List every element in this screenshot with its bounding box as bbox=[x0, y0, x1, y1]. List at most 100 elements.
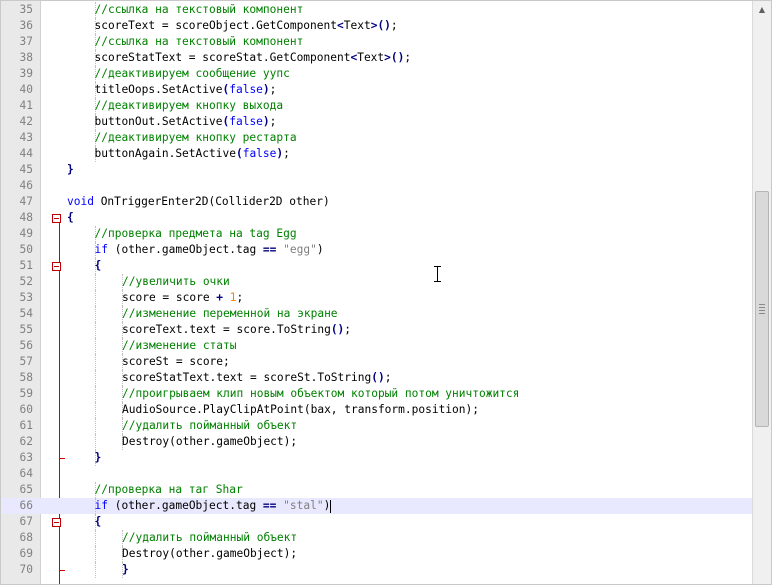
code-token: ; bbox=[236, 291, 244, 304]
code-line[interactable]: 45} bbox=[1, 162, 754, 178]
code-text[interactable]: //ссылка на текстовый компонент bbox=[95, 34, 304, 50]
code-token: //удалить пойманный объект bbox=[122, 531, 298, 544]
code-line[interactable]: 35 //ссылка на текстовый компонент bbox=[1, 2, 754, 18]
code-text[interactable]: scoreStatText.text = scoreSt.ToString(); bbox=[122, 370, 391, 386]
indent-guide bbox=[94, 434, 97, 450]
code-token: AudioSource.PlayClipAtPoint(bax, transfo… bbox=[122, 403, 479, 416]
code-line[interactable]: 52 //увеличить очки bbox=[1, 274, 754, 290]
code-text[interactable]: scoreText.text = score.ToString(); bbox=[122, 322, 351, 338]
code-text[interactable]: //изменение статы bbox=[122, 338, 237, 354]
code-token: //деактивируем кнопку рестарта bbox=[94, 131, 297, 144]
code-text[interactable]: scoreText = scoreObject.GetComponent<Tex… bbox=[95, 18, 398, 34]
code-text[interactable]: { bbox=[95, 514, 102, 530]
code-line[interactable]: 53 score = score + 1; bbox=[1, 290, 754, 306]
indent-guide bbox=[94, 370, 97, 386]
code-text[interactable]: { bbox=[67, 210, 74, 226]
code-text[interactable]: //деактивируем кнопку рестарта bbox=[95, 130, 297, 146]
code-text[interactable]: } bbox=[95, 450, 102, 466]
code-text[interactable]: { bbox=[95, 258, 102, 274]
code-line[interactable]: 68 //удалить пойманный объект bbox=[1, 530, 754, 546]
line-number: 58 bbox=[19, 371, 33, 384]
fold-collapse-icon[interactable] bbox=[52, 262, 61, 271]
code-text[interactable]: scoreSt = score; bbox=[122, 354, 230, 370]
code-line[interactable]: 48 { bbox=[1, 210, 754, 226]
code-line[interactable]: 70} bbox=[1, 562, 754, 578]
code-token: () bbox=[371, 371, 385, 384]
code-text[interactable]: score = score + 1; bbox=[122, 290, 243, 306]
code-text[interactable]: titleOops.SetActive(false); bbox=[95, 82, 277, 98]
scrollbar-thumb[interactable] bbox=[755, 190, 769, 427]
code-line[interactable]: 37 //ссылка на текстовый компонент bbox=[1, 34, 754, 50]
code-token: //деактивируем кнопку выхода bbox=[94, 99, 284, 112]
code-text[interactable]: scoreStatText = scoreStat.GetComponent<T… bbox=[95, 50, 412, 66]
code-line[interactable]: 62 Destroy(other.gameObject); bbox=[1, 434, 754, 450]
code-token: ) bbox=[316, 243, 324, 256]
code-token: == bbox=[262, 499, 277, 512]
code-token: //деактивируем сообщение уупс bbox=[94, 67, 290, 80]
code-line[interactable]: 46 bbox=[1, 178, 754, 194]
code-line[interactable]: 60 AudioSource.PlayClipAtPoint(bax, trans… bbox=[1, 402, 754, 418]
code-text[interactable]: Destroy(other.gameObject); bbox=[122, 434, 297, 450]
code-line[interactable]: 69 Destroy(other.gameObject); bbox=[1, 546, 754, 562]
code-line[interactable]: 65 //проверка на таг Shar bbox=[1, 482, 754, 498]
code-line[interactable]: 40 titleOops.SetActive(false); bbox=[1, 82, 754, 98]
code-line[interactable]: 56 //изменение статы bbox=[1, 338, 754, 354]
line-number: 55 bbox=[19, 323, 33, 336]
code-line[interactable]: 49 //проверка предмета на tag Egg bbox=[1, 226, 754, 242]
code-token: ( bbox=[107, 243, 122, 256]
code-token: scoreText = scoreObject.GetComponent bbox=[94, 19, 337, 32]
code-text[interactable]: //проверка на таг Shar bbox=[95, 482, 243, 498]
code-lines[interactable]: 35 //ссылка на текстовый компонент 36 score… bbox=[1, 2, 754, 578]
code-text[interactable]: buttonOut.SetActive(false); bbox=[95, 114, 277, 130]
code-line[interactable]: 63} bbox=[1, 450, 754, 466]
fold-collapse-icon[interactable] bbox=[52, 518, 61, 527]
code-line[interactable]: 47 void OnTriggerEnter2D(Collider2D other… bbox=[1, 194, 754, 210]
code-line[interactable]: 66 if (other.gameObject.tag == "stal") bbox=[1, 498, 754, 514]
indent-guide bbox=[94, 306, 97, 322]
code-text[interactable]: //удалить пойманный объект bbox=[122, 418, 297, 434]
code-line[interactable]: 43 //деактивируем кнопку рестарта bbox=[1, 130, 754, 146]
code-text[interactable]: if (other.gameObject.tag == "stal") bbox=[95, 498, 332, 514]
code-line[interactable]: 55 scoreText.text = score.ToString(); bbox=[1, 322, 754, 338]
line-number: 37 bbox=[19, 35, 33, 48]
code-text[interactable]: //изменение переменной на экране bbox=[122, 306, 338, 322]
code-token: Destroy(other.gameObject); bbox=[122, 547, 298, 560]
code-text[interactable]: Destroy(other.gameObject); bbox=[122, 546, 297, 562]
code-text[interactable]: AudioSource.PlayClipAtPoint(bax, transfo… bbox=[122, 402, 479, 418]
code-text[interactable]: //деактивируем сообщение уупс bbox=[95, 66, 290, 82]
code-text[interactable]: //проверка предмета на tag Egg bbox=[95, 226, 297, 242]
code-text[interactable]: void OnTriggerEnter2D(Collider2D other) bbox=[67, 194, 330, 210]
scroll-up-arrow-icon[interactable]: ▲ bbox=[753, 1, 771, 18]
code-line[interactable]: 59 //проигрываем клип новым объектом кото… bbox=[1, 386, 754, 402]
fold-collapse-icon[interactable] bbox=[52, 214, 61, 223]
code-line[interactable]: 64 bbox=[1, 466, 754, 482]
code-line[interactable]: 50 if (other.gameObject.tag == "egg") bbox=[1, 242, 754, 258]
code-line[interactable]: 38 scoreStatText = scoreStat.GetComponent… bbox=[1, 50, 754, 66]
code-text[interactable]: //деактивируем кнопку выхода bbox=[95, 98, 284, 114]
code-line[interactable]: 57 scoreSt = score; bbox=[1, 354, 754, 370]
code-text[interactable]: if (other.gameObject.tag == "egg") bbox=[95, 242, 324, 258]
vertical-scrollbar[interactable]: ▲ bbox=[752, 1, 771, 584]
code-token: < bbox=[336, 19, 344, 32]
code-text[interactable]: } bbox=[67, 162, 74, 178]
code-token: score = score bbox=[122, 291, 217, 304]
code-line[interactable]: 44 buttonAgain.SetActive(false); bbox=[1, 146, 754, 162]
code-text[interactable]: } bbox=[122, 562, 129, 578]
code-editor[interactable]: 35 //ссылка на текстовый компонент 36 score… bbox=[0, 0, 772, 585]
code-text[interactable]: buttonAgain.SetActive(false); bbox=[95, 146, 290, 162]
code-line[interactable]: 36 scoreText = scoreObject.GetComponent<T… bbox=[1, 18, 754, 34]
code-line[interactable]: 61 //удалить пойманный объект bbox=[1, 418, 754, 434]
code-line[interactable]: 39 //деактивируем сообщение уупс bbox=[1, 66, 754, 82]
code-text[interactable]: //ссылка на текстовый компонент bbox=[95, 2, 304, 18]
ibeam-cursor-icon bbox=[433, 266, 443, 282]
code-line[interactable]: 42 buttonOut.SetActive(false); bbox=[1, 114, 754, 130]
code-text[interactable]: //удалить пойманный объект bbox=[122, 530, 297, 546]
code-line[interactable]: 58 scoreStatText.text = scoreSt.ToString(… bbox=[1, 370, 754, 386]
code-line[interactable]: 51 { bbox=[1, 258, 754, 274]
code-line[interactable]: 67 { bbox=[1, 514, 754, 530]
code-text[interactable]: //увеличить очки bbox=[122, 274, 230, 290]
line-number: 52 bbox=[19, 275, 33, 288]
code-line[interactable]: 41 //деактивируем кнопку выхода bbox=[1, 98, 754, 114]
code-text[interactable]: //проигрываем клип новым объектом которы… bbox=[122, 386, 519, 402]
code-line[interactable]: 54 //изменение переменной на экране bbox=[1, 306, 754, 322]
